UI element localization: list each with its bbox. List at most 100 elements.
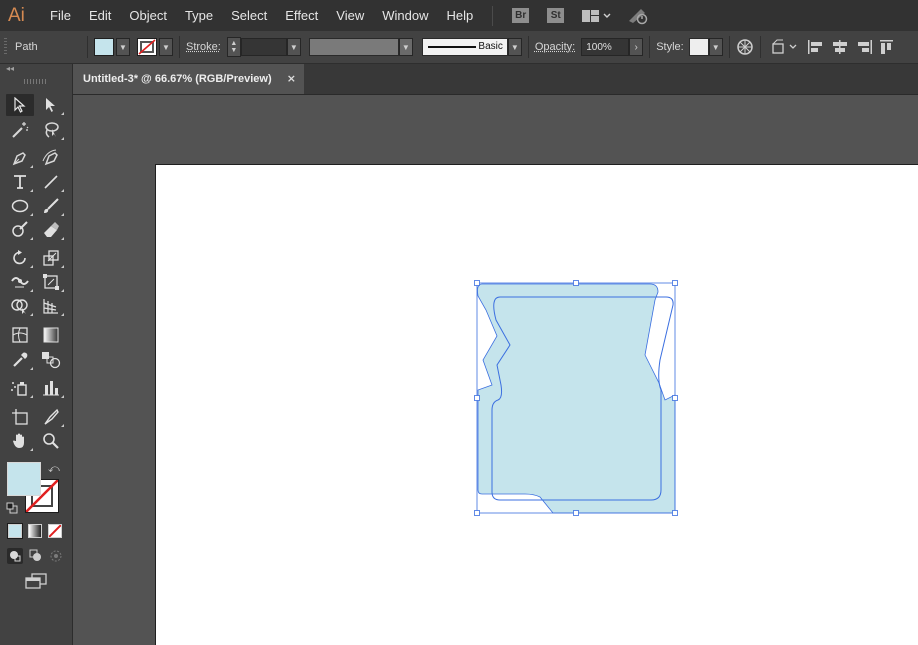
variable-width-profile[interactable] [308, 38, 399, 56]
width-tool[interactable] [6, 271, 34, 293]
zoom-tool[interactable] [37, 430, 65, 452]
control-bar-grip[interactable] [4, 38, 7, 56]
separator [87, 36, 88, 58]
stroke-weight-stepper[interactable]: ▲ ▼ [226, 37, 241, 57]
rotate-tool[interactable] [6, 247, 34, 269]
document-tab-bar: Untitled-3* @ 66.67% (RGB/Preview) × [73, 64, 918, 95]
recolor-artwork-icon[interactable] [736, 38, 754, 56]
shape-builder-tool[interactable] [6, 295, 34, 317]
fill-dropdown[interactable]: ▼ [116, 38, 130, 56]
canvas-area[interactable] [73, 95, 918, 645]
default-fill-stroke-icon[interactable] [6, 502, 18, 517]
tools-panel-grip[interactable] [24, 79, 46, 84]
brush-stroke-preview [427, 46, 476, 48]
eraser-tool[interactable] [37, 219, 65, 241]
ellipse-tool[interactable] [6, 195, 34, 217]
perspective-grid-tool[interactable] [37, 295, 65, 317]
scale-tool[interactable] [37, 247, 65, 269]
lasso-tool[interactable] [37, 119, 65, 141]
menu-window[interactable]: Window [373, 8, 437, 23]
hand-tool[interactable] [6, 430, 34, 452]
direct-selection-tool[interactable] [37, 94, 65, 116]
style-dropdown[interactable]: ▼ [708, 38, 723, 56]
blend-tool[interactable] [37, 349, 65, 371]
magic-wand-tool[interactable] [6, 119, 34, 141]
swap-fill-stroke-icon[interactable]: ⤺ [48, 462, 60, 476]
pen-tool[interactable] [6, 147, 34, 169]
graphic-style-swatch[interactable] [688, 38, 709, 56]
paintbrush-tool[interactable] [37, 195, 65, 217]
opacity-arrow[interactable]: › [629, 38, 644, 56]
brush-definition[interactable]: Basic [421, 38, 508, 56]
draw-inside-icon[interactable] [48, 548, 64, 567]
line-segment-tool[interactable] [37, 171, 65, 193]
brush-style-label: Basic [478, 41, 503, 52]
handle-middle-right[interactable] [672, 395, 678, 401]
stroke-weight-dropdown[interactable]: ▼ [286, 38, 301, 56]
eyedropper-tool[interactable] [6, 349, 34, 371]
shaper-tool[interactable] [6, 219, 34, 241]
handle-bottom-right[interactable] [672, 510, 678, 516]
free-transform-tool[interactable] [37, 271, 65, 293]
handle-top-right[interactable] [672, 280, 678, 286]
variable-width-dropdown[interactable]: ▼ [398, 38, 413, 56]
artboard-tool[interactable] [6, 406, 34, 428]
separator [649, 36, 651, 58]
align-right-icon[interactable] [855, 39, 873, 55]
handle-bottom-left[interactable] [474, 510, 480, 516]
handle-bottom-middle[interactable] [573, 510, 579, 516]
stroke-weight-input[interactable] [240, 38, 287, 56]
stroke-dropdown[interactable]: ▼ [159, 38, 173, 56]
slice-tool[interactable] [37, 406, 65, 428]
close-tab-icon[interactable]: × [287, 72, 296, 85]
align-horizontal-center-icon[interactable] [831, 39, 849, 55]
gpu-performance-icon[interactable] [627, 7, 649, 25]
handle-middle-left[interactable] [474, 395, 480, 401]
curvature-tool[interactable] [37, 147, 65, 169]
collapse-panel-icon[interactable]: ◂◂ [6, 64, 14, 73]
artwork-layer [474, 280, 678, 516]
document-tab[interactable]: Untitled-3* @ 66.67% (RGB/Preview) × [73, 64, 304, 94]
selected-path-shape[interactable] [477, 283, 676, 514]
menu-type[interactable]: Type [176, 8, 222, 23]
separator [759, 36, 761, 58]
app-logo: Ai [8, 4, 25, 26]
stroke-swatch[interactable] [137, 38, 157, 56]
menu-view[interactable]: View [327, 8, 373, 23]
draw-behind-icon[interactable] [28, 548, 44, 567]
transform-icon[interactable] [771, 39, 797, 55]
fill-color-box-front[interactable] [7, 462, 41, 496]
menu-edit[interactable]: Edit [80, 8, 120, 23]
stroke-label: Stroke: [186, 41, 221, 53]
change-screen-mode-icon[interactable] [24, 572, 48, 593]
mesh-tool[interactable] [6, 324, 34, 346]
selection-tool[interactable] [6, 94, 34, 116]
bridge-button[interactable]: Br [512, 8, 530, 23]
menu-object[interactable]: Object [120, 8, 176, 23]
menu-file[interactable]: File [41, 8, 80, 23]
separator [728, 36, 730, 58]
handle-top-left[interactable] [474, 280, 480, 286]
opacity-input[interactable]: 100% [581, 38, 630, 56]
arrange-documents-icon[interactable] [581, 9, 611, 23]
opacity-label: Opacity: [534, 41, 576, 53]
menu-effect[interactable]: Effect [276, 8, 327, 23]
gradient-tool[interactable] [37, 324, 65, 346]
menu-select[interactable]: Select [222, 8, 276, 23]
column-graph-tool[interactable] [37, 377, 65, 399]
tools-panel: ◂◂ ⤺ [0, 64, 73, 645]
separator [179, 36, 180, 58]
align-left-icon[interactable] [807, 39, 825, 55]
color-mode-icon[interactable] [7, 523, 23, 539]
symbol-sprayer-tool[interactable] [6, 377, 34, 399]
gradient-mode-icon[interactable] [28, 524, 42, 538]
none-mode-icon[interactable] [48, 524, 62, 538]
stock-button[interactable]: St [547, 8, 565, 23]
menu-help[interactable]: Help [437, 8, 482, 23]
type-tool[interactable] [6, 171, 34, 193]
handle-top-middle[interactable] [573, 280, 579, 286]
fill-swatch[interactable] [94, 38, 114, 56]
draw-normal-icon[interactable] [7, 548, 23, 564]
brush-dropdown[interactable]: ▼ [507, 38, 522, 56]
align-top-icon[interactable] [879, 39, 893, 55]
